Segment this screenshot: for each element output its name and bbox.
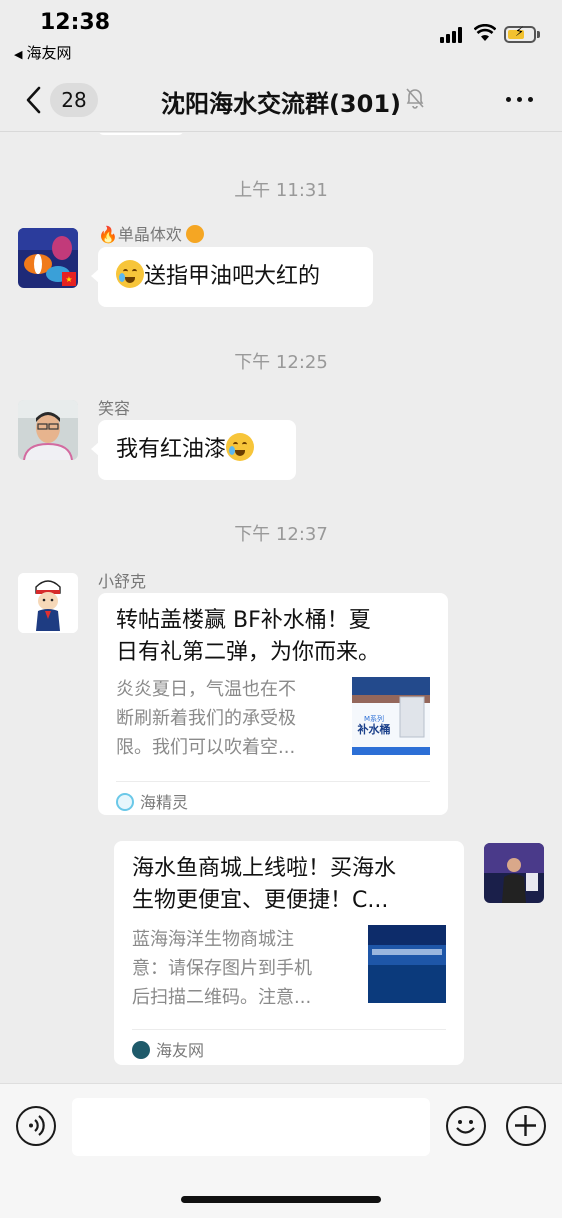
mute-bell-icon [406,88,424,109]
wifi-icon [474,24,496,41]
message-input[interactable] [72,1098,430,1156]
card-divider [116,781,430,782]
card-thumbnail [368,925,446,1003]
smiley-icon [456,1120,475,1134]
message-bubble[interactable]: 送指甲油吧大红的 [91,247,373,307]
more-options-button[interactable] [504,84,536,114]
battery-icon: ⚡ [504,25,536,43]
chat-header: 28 沈阳海水交流群(301) [0,70,562,132]
status-bar: 12:38 ◀ 海友网 ⚡ [0,0,562,70]
card-source: 海精灵 [116,789,188,813]
crying-laughing-emoji-icon [226,433,255,461]
message-text: 我有红油漆 [116,437,227,462]
card-thumbnail: M系列 补水桶 [352,677,430,755]
back-triangle-icon: ◀ [14,48,23,61]
status-time: 12:38 [40,10,111,35]
avatar[interactable]: ★ [18,228,78,288]
card-description: 炎炎夏日，气温也在不 断刷新着我们的承受极 限。我们可以吹着空... [116,679,296,758]
message-bubble[interactable]: 我有红油漆 [91,420,296,480]
emoji-button[interactable] [446,1106,486,1146]
message-list[interactable]: 上午 11:31 ★ 🔥单晶体欢 送指甲油吧大红的 下午 12:25 笑容 我有… [0,133,562,1083]
my-link-card[interactable]: 海水鱼商城上线啦！买海水 生物更便宜、更便捷！C... 蓝海海洋生物商城注 意：… [114,841,464,1065]
home-indicator [181,1196,381,1203]
my-avatar[interactable] [484,843,544,903]
crying-laughing-emoji-icon [116,260,144,288]
hai-jingling-logo-icon [116,793,134,811]
cellular-signal-icon [440,27,466,43]
timestamp: 下午 12:25 [234,352,328,373]
card-title: 海水鱼商城上线啦！买海水 生物更便宜、更便捷！C... [132,856,397,913]
card-description: 蓝海海洋生物商城注 意：请保存图片到手机 后扫描二维码。注意... [132,929,312,1008]
svg-text:补水桶: 补水桶 [357,722,391,736]
sender-name: 🔥单晶体欢 [98,221,204,245]
sender-name: 笑容 [98,399,131,418]
back-app-label: 海友网 [26,44,72,62]
card-title: 转帖盖楼赢 BF补水桶！夏 日有礼第二弹，为你而来。 [116,608,381,665]
battery-cap [537,31,540,38]
card-divider [132,1029,446,1030]
svg-text:M系列: M系列 [364,714,384,723]
timestamp: 下午 12:37 [234,524,328,545]
link-card[interactable]: 转帖盖楼赢 BF补水桶！夏 日有礼第二弹，为你而来。 炎炎夏日，气温也在不 断刷… [98,593,448,815]
svg-text:★: ★ [65,275,72,284]
back-to-app-link[interactable]: ◀ 海友网 [14,42,71,63]
card-source: 海友网 [132,1037,204,1061]
voice-icon [29,1115,45,1136]
plus-icon [515,1115,536,1136]
more-actions-button[interactable] [506,1106,546,1146]
voice-input-button[interactable] [16,1106,56,1146]
chat-title: 沈阳海水交流群(301) [160,90,402,118]
hai-you-wang-logo-icon [132,1041,150,1059]
previous-message-bubble [98,133,184,135]
message-text: 送指甲油吧大红的 [144,264,321,289]
avatar[interactable] [18,400,78,460]
avatar[interactable] [18,573,78,633]
fire-icon: 🔥 [98,225,118,244]
sender-name: 小舒克 [98,572,147,591]
tiger-icon [185,225,204,243]
timestamp: 上午 11:31 [234,180,328,201]
